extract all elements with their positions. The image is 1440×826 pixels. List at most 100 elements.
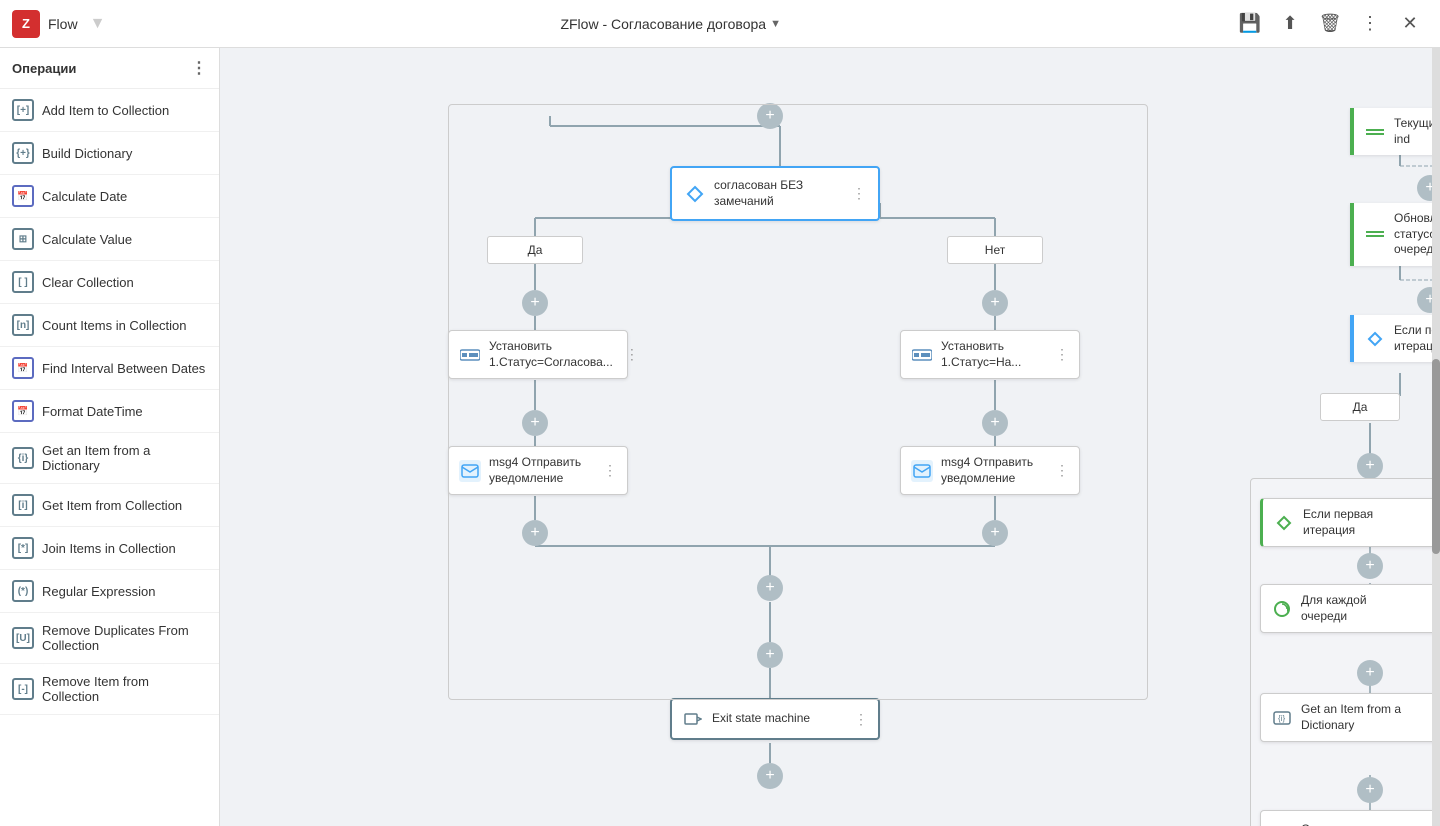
- sidebar-item-label: Count Items in Collection: [42, 318, 187, 333]
- add-button-merge[interactable]: +: [757, 575, 783, 601]
- msg-no-node[interactable]: msg4 Отправитьуведомление ⋮: [900, 446, 1080, 495]
- upload-button[interactable]: ⬆: [1272, 6, 1308, 42]
- sidebar-item-label: Clear Collection: [42, 275, 134, 290]
- update-status-node[interactable]: Обновлениестатусов очереде...: [1350, 203, 1440, 266]
- format-dt-icon: 📅: [12, 400, 34, 422]
- join-items-icon: [*]: [12, 537, 34, 559]
- if-first-iter-top-node[interactable]: Если перваяитерация: [1350, 315, 1440, 362]
- add-button-msg-no[interactable]: +: [982, 520, 1008, 546]
- sidebar-item-label: Get Item from Collection: [42, 498, 182, 513]
- current-index-node[interactable]: Текущий индекс +ind: [1350, 108, 1440, 155]
- count-items-icon: [n]: [12, 314, 34, 336]
- remove-item-icon: [-]: [12, 678, 34, 700]
- flow-title: ZFlow - Согласование договора ▼: [560, 16, 781, 32]
- add-button-no[interactable]: +: [982, 290, 1008, 316]
- set-yes-menu[interactable]: ⋮: [625, 346, 639, 363]
- sidebar-item-calc-date[interactable]: 📅 Calculate Date: [0, 175, 219, 218]
- scrollbar-thumb[interactable]: [1432, 359, 1440, 554]
- canvas-inner: + согласован БЕЗ замечаний ⋮ Да Нет + +: [220, 48, 1440, 826]
- sidebar-item-count-items[interactable]: [n] Count Items in Collection: [0, 304, 219, 347]
- msg-no-menu[interactable]: ⋮: [1055, 462, 1069, 479]
- status-queue-node[interactable]: Статус очереди: [1260, 810, 1440, 826]
- add-collection-icon: [+]: [12, 99, 34, 121]
- exit-menu[interactable]: ⋮: [854, 711, 868, 728]
- more-button[interactable]: ⋮: [1352, 6, 1388, 42]
- exit-node[interactable]: Exit state machine ⋮: [670, 698, 880, 740]
- sidebar-item-remove-dup[interactable]: [U] Remove Duplicates From Collection: [0, 613, 219, 664]
- msg-no-text: msg4 Отправитьуведомление: [941, 455, 1043, 486]
- sidebar-item-label: Build Dictionary: [42, 146, 132, 161]
- for-each-node[interactable]: Для каждойочереди ⋮: [1260, 584, 1440, 633]
- get-coll-icon: [i]: [12, 494, 34, 516]
- decision-icon: [684, 183, 706, 205]
- decision-node[interactable]: согласован БЕЗ замечаний ⋮: [670, 166, 880, 221]
- clear-coll-icon: [ ]: [12, 271, 34, 293]
- for-each-icon: [1271, 598, 1293, 620]
- add-btn-container-3[interactable]: +: [1357, 777, 1383, 803]
- msg-yes-menu[interactable]: ⋮: [603, 462, 617, 479]
- decision-menu[interactable]: ⋮: [852, 185, 866, 202]
- delete-button[interactable]: 🗑: [1312, 6, 1348, 42]
- app-name: Flow: [48, 16, 78, 32]
- if-first-iter-node[interactable]: Если перваяитерация ⋮: [1260, 498, 1440, 547]
- add-button-bottom[interactable]: +: [757, 763, 783, 789]
- decision-text: согласован БЕЗ замечаний: [714, 178, 840, 209]
- calc-value-icon: ⊞: [12, 228, 34, 250]
- sidebar: Операции ⋮ [+] Add Item to Collection {+…: [0, 48, 220, 826]
- set-no-menu[interactable]: ⋮: [1055, 346, 1069, 363]
- close-button[interactable]: ✕: [1392, 6, 1428, 42]
- sidebar-item-label: Find Interval Between Dates: [42, 361, 205, 376]
- header-actions: 💾 ⬆ 🗑 ⋮ ✕: [1232, 6, 1428, 42]
- scrollbar-vertical[interactable]: [1432, 48, 1440, 826]
- add-button-2[interactable]: +: [757, 642, 783, 668]
- sidebar-item-label: Remove Duplicates From Collection: [42, 623, 207, 653]
- save-button[interactable]: 💾: [1232, 6, 1268, 42]
- sidebar-item-remove-item[interactable]: [-] Remove Item from Collection: [0, 664, 219, 715]
- find-interval-icon: 📅: [12, 357, 34, 379]
- app-logo: Z: [12, 10, 40, 38]
- sidebar-title: Операции: [12, 61, 76, 76]
- sidebar-item-label: Calculate Value: [42, 232, 132, 247]
- sidebar-item-get-coll[interactable]: [i] Get Item from Collection: [0, 484, 219, 527]
- get-dict-icon: {i}: [1271, 707, 1293, 729]
- add-btn-container-2[interactable]: +: [1357, 660, 1383, 686]
- sidebar-item-calc-value[interactable]: ⊞ Calculate Value: [0, 218, 219, 261]
- sidebar-header: Операции ⋮: [0, 48, 219, 89]
- update-status-icon: [1364, 223, 1386, 245]
- sidebar-item-regex[interactable]: (*) Regular Expression: [0, 570, 219, 613]
- add-button-after-no[interactable]: +: [982, 410, 1008, 436]
- msg-yes-icon: [459, 460, 481, 482]
- build-dict-icon: {+}: [12, 142, 34, 164]
- sidebar-item-format-dt[interactable]: 📅 Format DateTime: [0, 390, 219, 433]
- if-first-iter-text: Если перваяитерация: [1303, 507, 1418, 538]
- add-btn-right-3[interactable]: +: [1357, 453, 1383, 479]
- sidebar-item-find-interval[interactable]: 📅 Find Interval Between Dates: [0, 347, 219, 390]
- sidebar-item-get-dict[interactable]: {i} Get an Item from a Dictionary: [0, 433, 219, 484]
- set-status-yes-node[interactable]: Установить1.Статус=Согласова... ⋮: [448, 330, 628, 379]
- add-button-after-yes[interactable]: +: [522, 410, 548, 436]
- add-button-yes[interactable]: +: [522, 290, 548, 316]
- sidebar-item-join-items[interactable]: [*] Join Items in Collection: [0, 527, 219, 570]
- canvas: + согласован БЕЗ замечаний ⋮ Да Нет + +: [220, 48, 1440, 826]
- sidebar-item-clear-coll[interactable]: [ ] Clear Collection: [0, 261, 219, 304]
- sidebar-item-label: Join Items in Collection: [42, 541, 176, 556]
- msg-yes-node[interactable]: msg4 Отправитьуведомление ⋮: [448, 446, 628, 495]
- sidebar-more-icon[interactable]: ⋮: [191, 58, 207, 78]
- svg-text:{i}: {i}: [1278, 714, 1285, 723]
- regex-icon: (*): [12, 580, 34, 602]
- set-yes-icon: [459, 344, 481, 366]
- add-button-top[interactable]: +: [757, 103, 783, 129]
- set-no-icon: [911, 344, 933, 366]
- sidebar-item-label: Add Item to Collection: [42, 103, 169, 118]
- exit-icon: [682, 708, 704, 730]
- sidebar-item-build-dict[interactable]: {+} Build Dictionary: [0, 132, 219, 175]
- sidebar-item-add-collection[interactable]: [+] Add Item to Collection: [0, 89, 219, 132]
- add-btn-container-1[interactable]: +: [1357, 553, 1383, 579]
- no-label: Нет: [947, 236, 1043, 264]
- add-button-msg-yes[interactable]: +: [522, 520, 548, 546]
- current-index-icon: [1364, 121, 1386, 143]
- if-first-iter-icon: [1273, 512, 1295, 534]
- set-status-no-node[interactable]: Установить1.Статус=На... ⋮: [900, 330, 1080, 379]
- remove-dup-icon: [U]: [12, 627, 34, 649]
- get-dict-node[interactable]: {i} Get an Item from aDictionary ⋮: [1260, 693, 1440, 742]
